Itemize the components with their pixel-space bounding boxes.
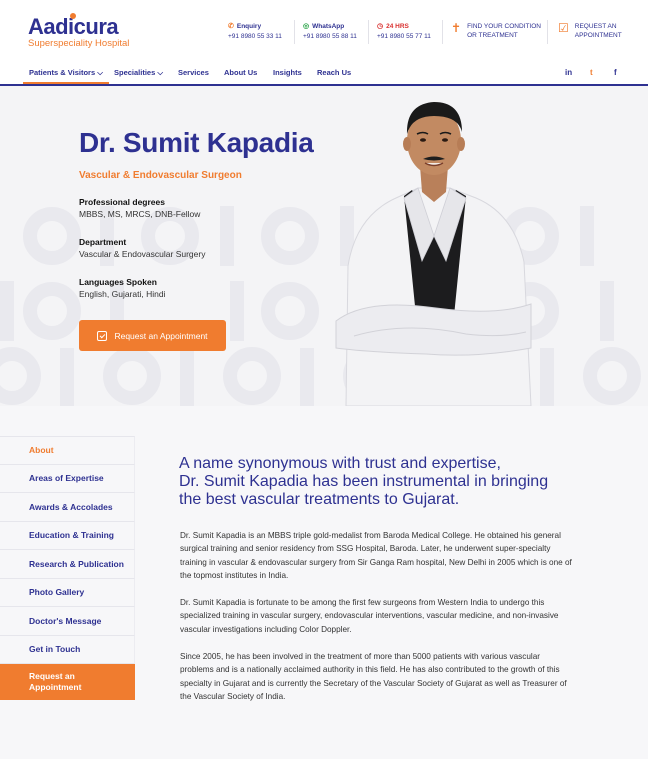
divider [294, 20, 295, 44]
doctor-sidebar-nav: About Areas of Expertise Awards & Accola… [0, 436, 135, 700]
logo-dot [70, 13, 76, 19]
find-line1: FIND YOUR CONDITION [467, 23, 541, 30]
sidebar-item-education[interactable]: Education & Training [0, 521, 135, 550]
whatsapp-icon: ◎ [303, 23, 310, 30]
logo-subtitle: Superspeciality Hospital [28, 38, 130, 49]
nav-reach-us[interactable]: Reach Us [317, 62, 351, 84]
enquiry-label: Enquiry [236, 23, 262, 30]
calendar-check-icon: ☑ [558, 21, 569, 35]
department-heading: Department [79, 237, 127, 247]
about-paragraph-3: Since 2005, he has been involved in the … [180, 652, 567, 702]
languages-heading: Languages Spoken [79, 277, 157, 287]
divider [442, 20, 443, 44]
doctor-name: Dr. Sumit Kapadia [79, 127, 314, 158]
whatsapp-label: WhatsApp [312, 23, 345, 30]
facebook-icon[interactable]: f [614, 62, 617, 84]
nav-patients-visitors[interactable]: Patients & Visitors ⌵ [23, 62, 109, 84]
languages-value: English, Gujarati, Hindi [79, 289, 166, 299]
person-icon: ✝ [451, 21, 462, 35]
enquiry-number: +91 8980 55 33 11 [228, 33, 282, 40]
request-appointment-link[interactable]: ☑ REQUEST AN APPOINTMENT [558, 22, 622, 40]
about-paragraph-1: Dr. Sumit Kapadia is an MBBS triple gold… [180, 531, 572, 581]
sidebar-item-get-in-touch[interactable]: Get in Touch [0, 635, 135, 664]
clock-icon: ◷ [377, 23, 384, 30]
about-paragraph-2: Dr. Sumit Kapadia is fortunate to be amo… [180, 598, 559, 634]
doctor-portrait [335, 102, 532, 406]
doctor-hero: Dr. Sumit Kapadia Vascular & Endovascula… [0, 86, 648, 406]
headline-line2: Dr. Sumit Kapadia has been instrumental … [179, 473, 549, 490]
languages-block: Languages Spoken English, Gujarati, Hind… [79, 276, 165, 300]
degrees-block: Professional degrees MBBS, MS, MRCS, DNB… [79, 196, 200, 220]
headline-line1: A name synonymous with trust and experti… [179, 455, 501, 472]
hours-number: +91 8980 55 77 11 [377, 33, 431, 40]
headline-line3: the best vascular treatments to Gujarat. [179, 491, 460, 508]
department-value: Vascular & Endovascular Surgery [79, 249, 206, 259]
enquiry-contact[interactable]: ✆ Enquiry +91 8980 55 33 11 [228, 22, 282, 41]
department-block: Department Vascular & Endovascular Surge… [79, 236, 205, 260]
calendar-check-icon [97, 330, 108, 341]
whatsapp-number: +91 8980 55 88 11 [303, 33, 357, 40]
about-headline: A name synonymous with trust and experti… [179, 455, 579, 509]
top-header: Aadicura Superspeciality Hospital ✆ Enqui… [0, 0, 648, 62]
sidebar-cta-line1: Request an [29, 671, 75, 681]
sidebar-item-awards[interactable]: Awards & Accolades [0, 493, 135, 522]
doctor-title: Vascular & Endovascular Surgeon [79, 170, 242, 181]
nav-specialities[interactable]: Specialities ⌵ [114, 62, 163, 84]
main-nav: Patients & Visitors ⌵ Specialities ⌵ Ser… [0, 62, 648, 86]
nav-insights[interactable]: Insights [273, 62, 302, 84]
divider [547, 20, 548, 44]
emergency-contact[interactable]: ◷ 24 HRS +91 8980 55 77 11 [377, 22, 431, 41]
sidebar-item-areas-of-expertise[interactable]: Areas of Expertise [0, 464, 135, 493]
request-appointment-button[interactable]: Request an Appointment [79, 320, 226, 351]
degrees-value: MBBS, MS, MRCS, DNB-Fellow [79, 209, 201, 219]
nav-about-us[interactable]: About Us [224, 62, 257, 84]
find-line2: OR TREATMENT [467, 32, 518, 39]
sidebar-item-doctors-message[interactable]: Doctor's Message [0, 607, 135, 636]
appointment-button-label: Request an Appointment [114, 330, 208, 341]
hours-label: 24 HRS [386, 23, 409, 30]
phone-icon: ✆ [228, 23, 234, 30]
divider [368, 20, 369, 44]
nav-services[interactable]: Services [178, 62, 209, 84]
twitter-icon[interactable]: t [590, 62, 593, 84]
degrees-heading: Professional degrees [79, 197, 165, 207]
whatsapp-contact[interactable]: ◎ WhatsApp +91 8980 55 88 11 [303, 22, 357, 41]
sidebar-item-photo-gallery[interactable]: Photo Gallery [0, 578, 135, 607]
sidebar-item-about[interactable]: About [0, 436, 135, 465]
hospital-logo[interactable]: Aadicura Superspeciality Hospital [28, 13, 130, 49]
linkedin-icon[interactable]: in [565, 62, 572, 84]
logo-name: Aadicura [28, 13, 119, 39]
find-condition-link[interactable]: ✝ FIND YOUR CONDITION OR TREATMENT [451, 22, 541, 40]
sidebar-request-appointment[interactable]: Request an Appointment [0, 664, 135, 700]
sidebar-cta-line2: Appointment [29, 682, 82, 692]
request-line1: REQUEST AN [574, 23, 617, 30]
request-line2: APPOINTMENT [574, 32, 622, 39]
sidebar-item-research[interactable]: Research & Publication [0, 550, 135, 579]
